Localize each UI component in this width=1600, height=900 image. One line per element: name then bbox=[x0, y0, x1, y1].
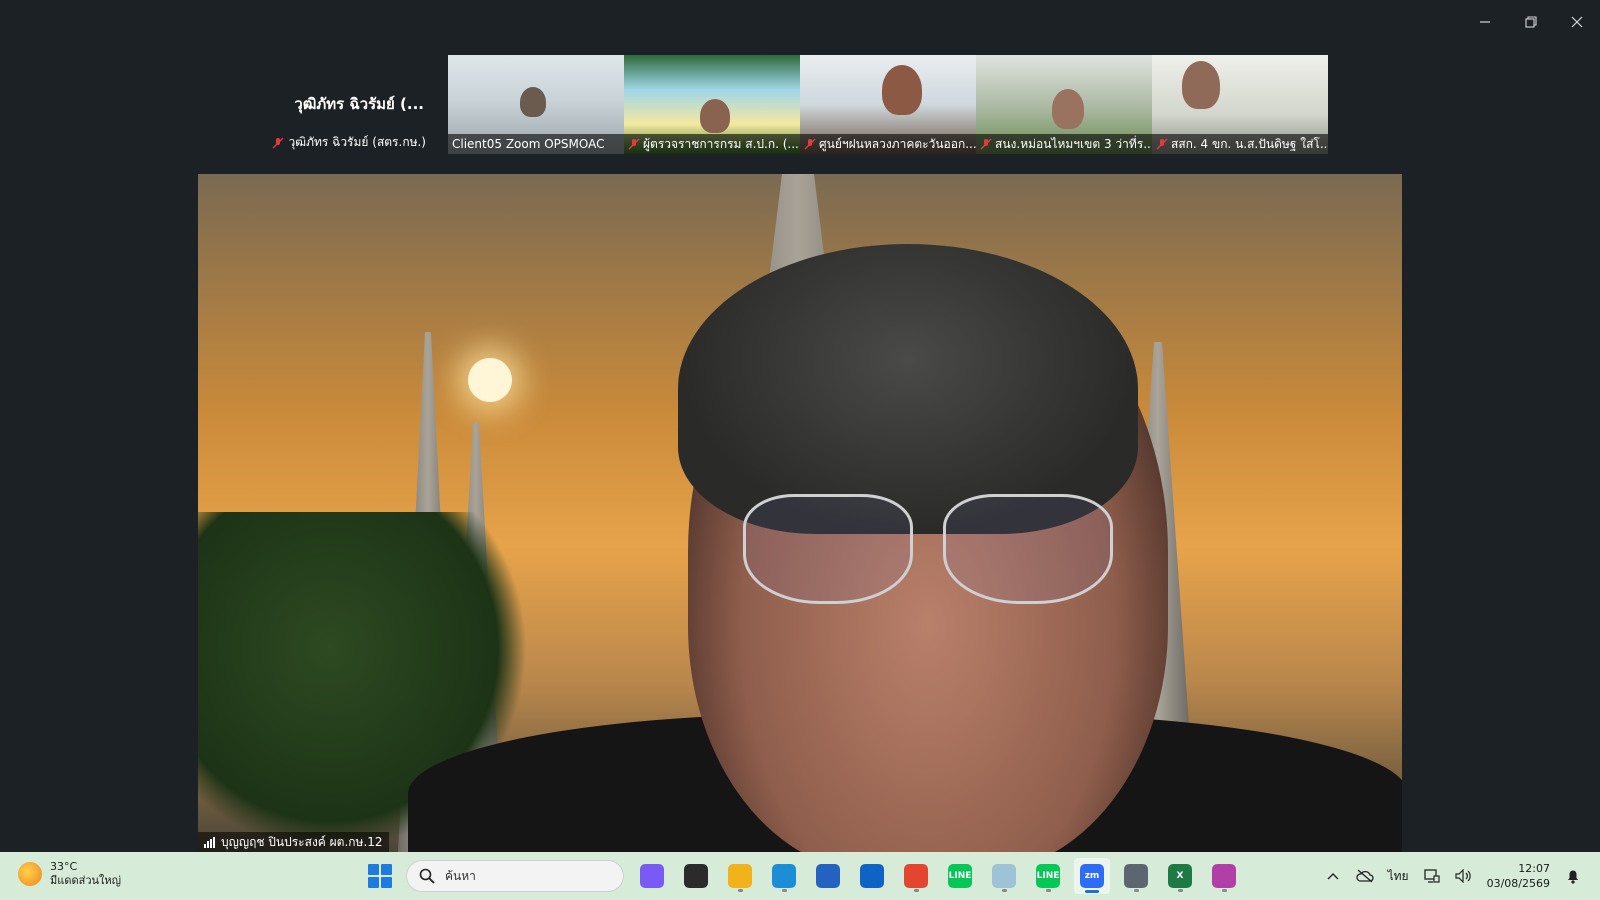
copilot-taskbar-button[interactable] bbox=[634, 858, 670, 894]
network-icon[interactable] bbox=[1423, 867, 1441, 885]
task-view-icon bbox=[684, 864, 708, 888]
notification-bell-icon[interactable] bbox=[1564, 867, 1582, 885]
chrome-icon bbox=[904, 864, 928, 888]
participant-tile[interactable]: สสก. 4 ขก. น.ส.ปันดิษฐ ใส่โ... bbox=[1152, 55, 1328, 154]
speaker-glasses bbox=[743, 494, 913, 604]
line-taskbar-button[interactable]: LINE bbox=[942, 858, 978, 894]
participant-tile[interactable]: สนง.หม่อนไหมฯเขต 3 ว่าที่ร.... bbox=[976, 55, 1152, 154]
snipping-tool-icon bbox=[1212, 864, 1236, 888]
mic-off-icon bbox=[628, 138, 640, 150]
clock-time: 12:07 bbox=[1518, 862, 1550, 875]
zoom-taskbar-button[interactable]: zm bbox=[1074, 858, 1110, 894]
task-view-taskbar-button[interactable] bbox=[678, 858, 714, 894]
weather-temp: 33°C bbox=[50, 860, 78, 873]
clock-date: 03/08/2569 bbox=[1486, 877, 1550, 890]
snipping-tool-taskbar-button[interactable] bbox=[1206, 858, 1242, 894]
line-2-icon: LINE bbox=[1036, 864, 1060, 888]
copilot-icon bbox=[640, 864, 664, 888]
self-name-label: วุฒิภัทร ฉิวรัมย์ (สตร.กษ.) bbox=[272, 133, 426, 152]
partly-sunny-icon bbox=[18, 862, 42, 886]
edge-taskbar-button[interactable] bbox=[766, 858, 802, 894]
chevron-up-icon[interactable] bbox=[1324, 867, 1342, 885]
participant-label: ศูนย์ฯฝนหลวงภาคตะวันออก... bbox=[800, 134, 976, 154]
participant-name: Client05 Zoom OPSMOAC bbox=[452, 137, 605, 151]
close-icon[interactable] bbox=[1554, 0, 1600, 44]
participant-label: สสก. 4 ขก. น.ส.ปันดิษฐ ใส่โ... bbox=[1152, 134, 1328, 154]
participant-name: ศูนย์ฯฝนหลวงภาคตะวันออก... bbox=[819, 136, 976, 151]
calculator-taskbar-button[interactable] bbox=[1118, 858, 1154, 894]
speaker-hair bbox=[678, 244, 1138, 534]
minimize-icon[interactable] bbox=[1462, 0, 1508, 44]
mic-off-icon bbox=[1156, 138, 1168, 150]
participant-video bbox=[700, 99, 730, 133]
mic-off-icon bbox=[272, 137, 284, 148]
active-speaker-video[interactable]: บุญญฤช ปินประสงค์ ผต.กษ.12 bbox=[198, 174, 1402, 852]
self-display-name: วุฒิภัทร ฉิวรัมย์ (... bbox=[294, 95, 424, 113]
search-placeholder: ค้นหา bbox=[445, 868, 476, 883]
line-icon: LINE bbox=[948, 864, 972, 888]
participant-label: สนง.หม่อนไหมฯเขต 3 ว่าที่ร.... bbox=[976, 134, 1152, 154]
search-icon bbox=[419, 868, 435, 884]
microsoft-store-icon bbox=[816, 864, 840, 888]
participant-video bbox=[882, 65, 922, 115]
file-explorer-icon bbox=[728, 864, 752, 888]
participant-video bbox=[1052, 89, 1084, 129]
weather-widget[interactable]: 33°C มีแดดส่วนใหญ่ bbox=[18, 860, 121, 888]
signal-strength-icon bbox=[204, 836, 215, 848]
file-explorer-taskbar-button[interactable] bbox=[722, 858, 758, 894]
active-speaker-name: บุญญฤช ปินประสงค์ ผต.กษ.12 bbox=[221, 834, 383, 849]
pinned-apps: LINE LINE zm X bbox=[634, 858, 1242, 894]
participant-name: ผู้ตรวจราชการกรม ส.ป.ก. (... bbox=[643, 136, 799, 151]
window-controls bbox=[1462, 0, 1600, 44]
edge-icon bbox=[772, 864, 796, 888]
participant-tile[interactable]: Client05 Zoom OPSMOAC bbox=[448, 55, 624, 154]
participant-tile[interactable]: ผู้ตรวจราชการกรม ส.ป.ก. (... bbox=[624, 55, 800, 154]
outlook-taskbar-button[interactable] bbox=[854, 858, 890, 894]
volume-icon[interactable] bbox=[1454, 867, 1473, 885]
notepad-icon bbox=[992, 864, 1016, 888]
background-sun bbox=[468, 358, 512, 402]
participant-label: Client05 Zoom OPSMOAC bbox=[448, 134, 624, 154]
chrome-taskbar-button[interactable] bbox=[898, 858, 934, 894]
participant-label: ผู้ตรวจราชการกรม ส.ป.ก. (... bbox=[624, 134, 800, 154]
system-tray: ไทย 12:07 03/08/2569 bbox=[1324, 852, 1582, 900]
clock[interactable]: 12:07 03/08/2569 bbox=[1487, 861, 1550, 891]
excel-icon: X bbox=[1168, 864, 1192, 888]
microsoft-store-taskbar-button[interactable] bbox=[810, 858, 846, 894]
participant-video bbox=[1182, 61, 1220, 109]
participant-tile[interactable]: ศูนย์ฯฝนหลวงภาคตะวันออก... bbox=[800, 55, 976, 154]
weather-condition: มีแดดส่วนใหญ่ bbox=[50, 874, 122, 887]
speaker-glasses bbox=[943, 494, 1113, 604]
windows-start-icon[interactable] bbox=[368, 864, 392, 888]
zoom-icon: zm bbox=[1080, 864, 1104, 888]
mic-off-icon bbox=[980, 138, 992, 150]
self-view-tile[interactable]: วุฒิภัทร ฉิวรัมย์ (... วุฒิภัทร ฉิวรัมย์… bbox=[270, 80, 430, 154]
calculator-icon bbox=[1124, 864, 1148, 888]
restore-icon[interactable] bbox=[1508, 0, 1554, 44]
taskbar: 33°C มีแดดส่วนใหญ่ ค้นหา LINE LINE zm X ไทย… bbox=[0, 852, 1600, 900]
participant-gallery: Client05 Zoom OPSMOAC ผู้ตรวจราชการกรม ส… bbox=[448, 55, 1328, 154]
weather-text: 33°C มีแดดส่วนใหญ่ bbox=[50, 860, 121, 888]
taskbar-search[interactable]: ค้นหา bbox=[406, 860, 624, 892]
cloud-off-icon[interactable] bbox=[1355, 867, 1374, 885]
line-2-taskbar-button[interactable]: LINE bbox=[1030, 858, 1066, 894]
excel-taskbar-button[interactable]: X bbox=[1162, 858, 1198, 894]
participant-video bbox=[520, 87, 546, 117]
outlook-icon bbox=[860, 864, 884, 888]
participant-name: สสก. 4 ขก. น.ส.ปันดิษฐ ใส่โ... bbox=[1171, 136, 1328, 151]
active-speaker-label: บุญญฤช ปินประสงค์ ผต.กษ.12 bbox=[198, 832, 389, 852]
mic-off-icon bbox=[804, 138, 816, 150]
notepad-taskbar-button[interactable] bbox=[986, 858, 1022, 894]
participant-name: สนง.หม่อนไหมฯเขต 3 ว่าที่ร.... bbox=[995, 136, 1152, 151]
language-indicator[interactable]: ไทย bbox=[1388, 867, 1409, 886]
self-label-text: วุฒิภัทร ฉิวรัมย์ (สตร.กษ.) bbox=[288, 135, 426, 149]
